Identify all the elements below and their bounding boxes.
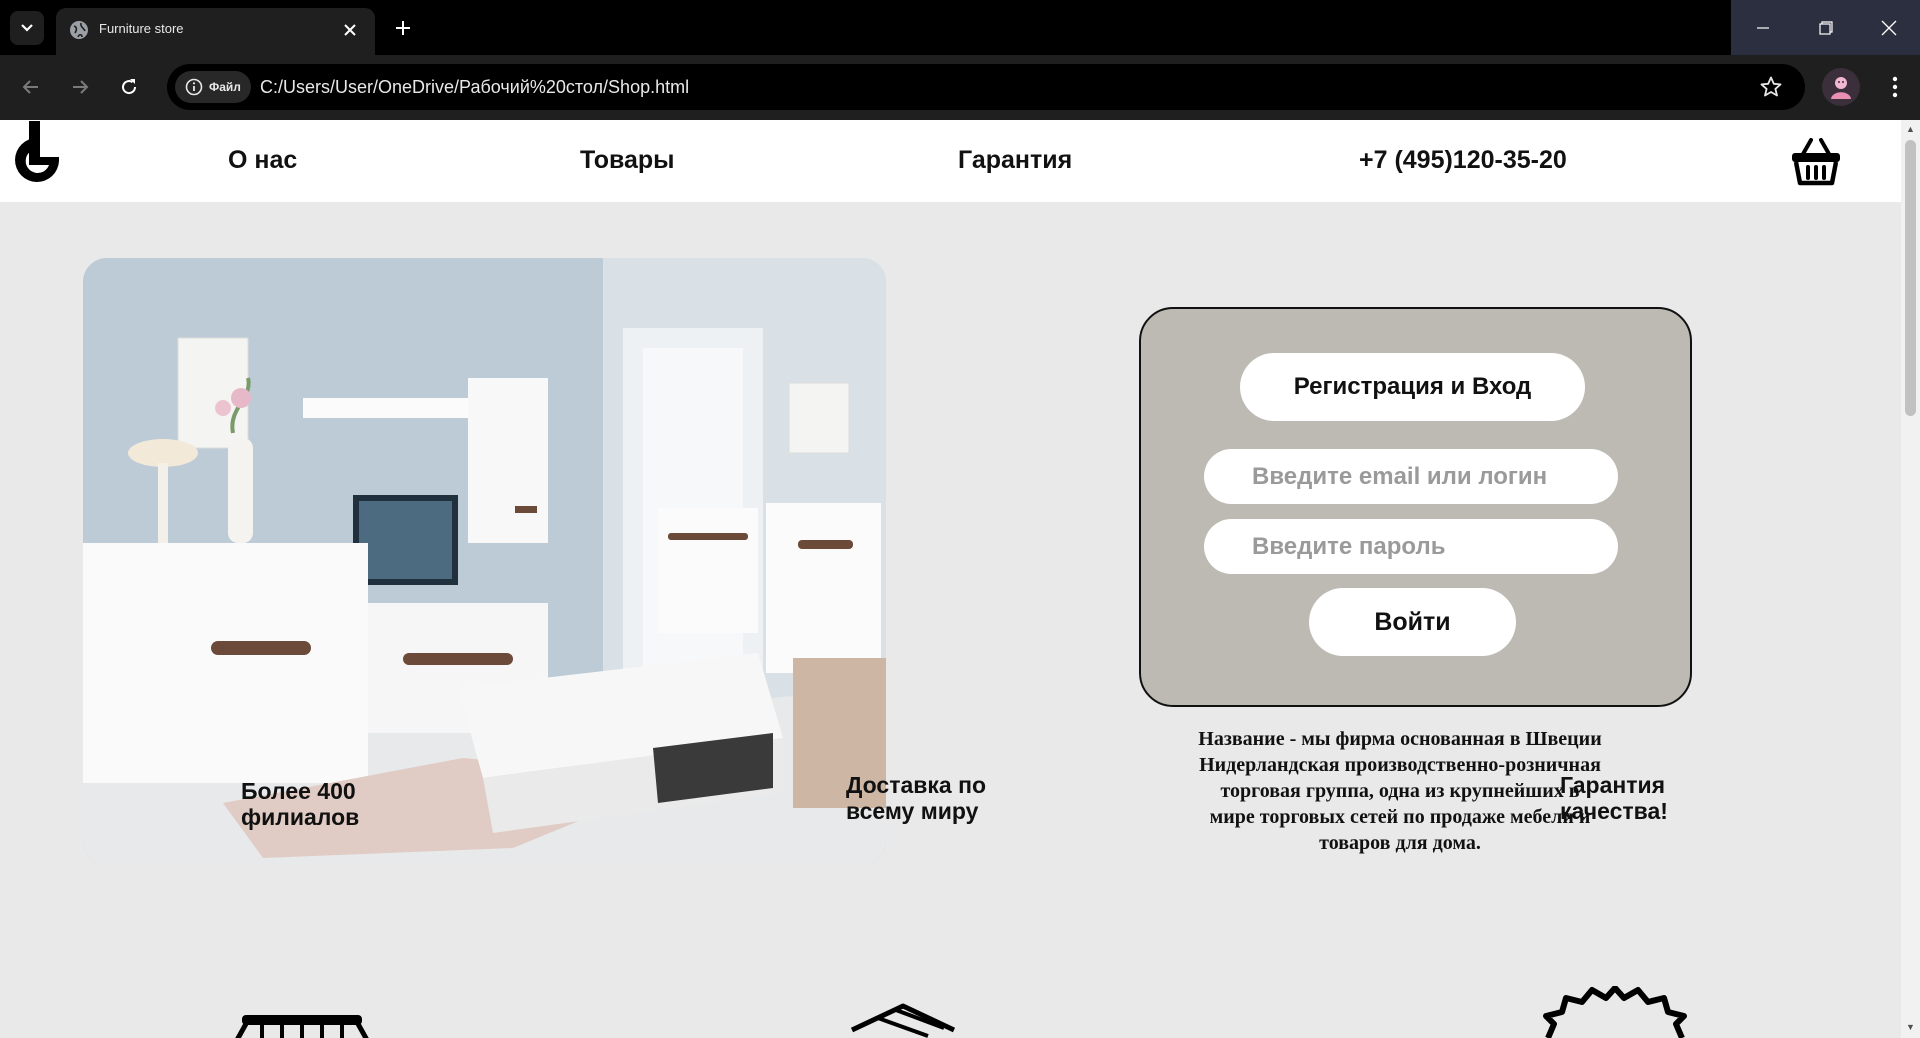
login-button[interactable]: Войти — [1309, 588, 1516, 656]
living-room-illustration — [83, 258, 886, 865]
browser-toolbar: Файл C:/Users/User/OneDrive/Рабочий%20ст… — [0, 55, 1920, 120]
close-window-button[interactable] — [1857, 0, 1920, 55]
url-text: C:/Users/User/OneDrive/Рабочий%20стол/Sh… — [260, 77, 690, 97]
page-viewport: О нас Товары Гарантия +7 (495)120-35-20 — [0, 120, 1901, 1038]
chevron-down-icon — [21, 24, 33, 32]
scroll-up-arrow[interactable]: ▲ — [1905, 124, 1916, 134]
avatar-icon — [1831, 77, 1851, 99]
feature-title-line: Более 400 — [241, 778, 356, 804]
feature-quality: Гарантия качества! — [1560, 772, 1668, 824]
more-vertical-icon — [1892, 76, 1898, 98]
scroll-down-arrow[interactable]: ▼ — [1905, 1022, 1916, 1032]
close-icon — [1881, 20, 1896, 35]
box-icon — [850, 1003, 956, 1038]
register-login-button[interactable]: Регистрация и Вход — [1240, 353, 1585, 421]
nav-about[interactable]: О нас — [228, 146, 297, 175]
badge-icon — [1543, 986, 1687, 1038]
bookmark-star-icon[interactable] — [1759, 75, 1783, 99]
page-scrollbar[interactable]: ▲ ▼ — [1901, 120, 1920, 1038]
new-tab-button[interactable] — [390, 15, 416, 41]
password-field[interactable] — [1204, 519, 1618, 574]
hero-image — [83, 258, 886, 865]
site-info-chip[interactable]: Файл — [175, 71, 251, 103]
plus-icon — [396, 21, 410, 35]
feature-title-line: качества! — [1560, 798, 1668, 824]
restore-icon — [1818, 20, 1833, 35]
feature-title-line: филиалов — [241, 804, 360, 830]
feature-branches: Более 400 филиалов — [241, 778, 359, 830]
nav-warranty[interactable]: Гарантия — [958, 146, 1072, 175]
minimize-icon — [1756, 26, 1769, 29]
email-login-field[interactable] — [1204, 449, 1618, 504]
arrow-right-icon — [73, 80, 89, 94]
forward-button[interactable] — [63, 70, 97, 104]
logo-icon[interactable] — [10, 121, 64, 195]
tab-bar: Furniture store — [0, 0, 1920, 55]
address-bar[interactable]: Файл C:/Users/User/OneDrive/Рабочий%20ст… — [167, 64, 1805, 110]
store-icon — [232, 1015, 372, 1038]
site-header: О нас Товары Гарантия +7 (495)120-35-20 — [0, 120, 1901, 202]
restore-button[interactable] — [1794, 0, 1857, 55]
chip-label: Файл — [209, 80, 241, 94]
tab-title: Furniture store — [99, 21, 184, 36]
feature-title-line: Гарантия — [1560, 772, 1666, 798]
feature-title-line: Доставка по — [846, 772, 987, 798]
tab-active[interactable]: Furniture store — [56, 8, 375, 55]
login-form: Регистрация и Вход Войти — [1139, 307, 1692, 707]
close-icon — [344, 24, 356, 36]
minimize-button[interactable] — [1731, 0, 1794, 55]
back-button[interactable] — [14, 70, 48, 104]
info-icon — [185, 78, 203, 96]
globe-icon — [70, 21, 88, 39]
reload-button[interactable] — [112, 70, 146, 104]
nav-products[interactable]: Товары — [580, 146, 675, 175]
arrow-left-icon — [22, 80, 38, 94]
tab-search-button[interactable] — [10, 11, 44, 45]
feature-title-line: всему миру — [846, 798, 979, 824]
profile-avatar[interactable] — [1822, 68, 1860, 106]
browser-menu-button[interactable] — [1880, 72, 1910, 102]
tab-close-button[interactable] — [339, 19, 361, 41]
scrollbar-thumb[interactable] — [1905, 140, 1916, 416]
about-line: Название - мы фирма основанная в Швеции — [1198, 728, 1602, 750]
nav-phone[interactable]: +7 (495)120-35-20 — [1359, 146, 1567, 175]
about-line: товаров для дома. — [1319, 832, 1481, 854]
basket-icon[interactable] — [1789, 134, 1843, 188]
reload-icon — [122, 79, 137, 95]
feature-delivery: Доставка по всему миру — [846, 772, 986, 824]
